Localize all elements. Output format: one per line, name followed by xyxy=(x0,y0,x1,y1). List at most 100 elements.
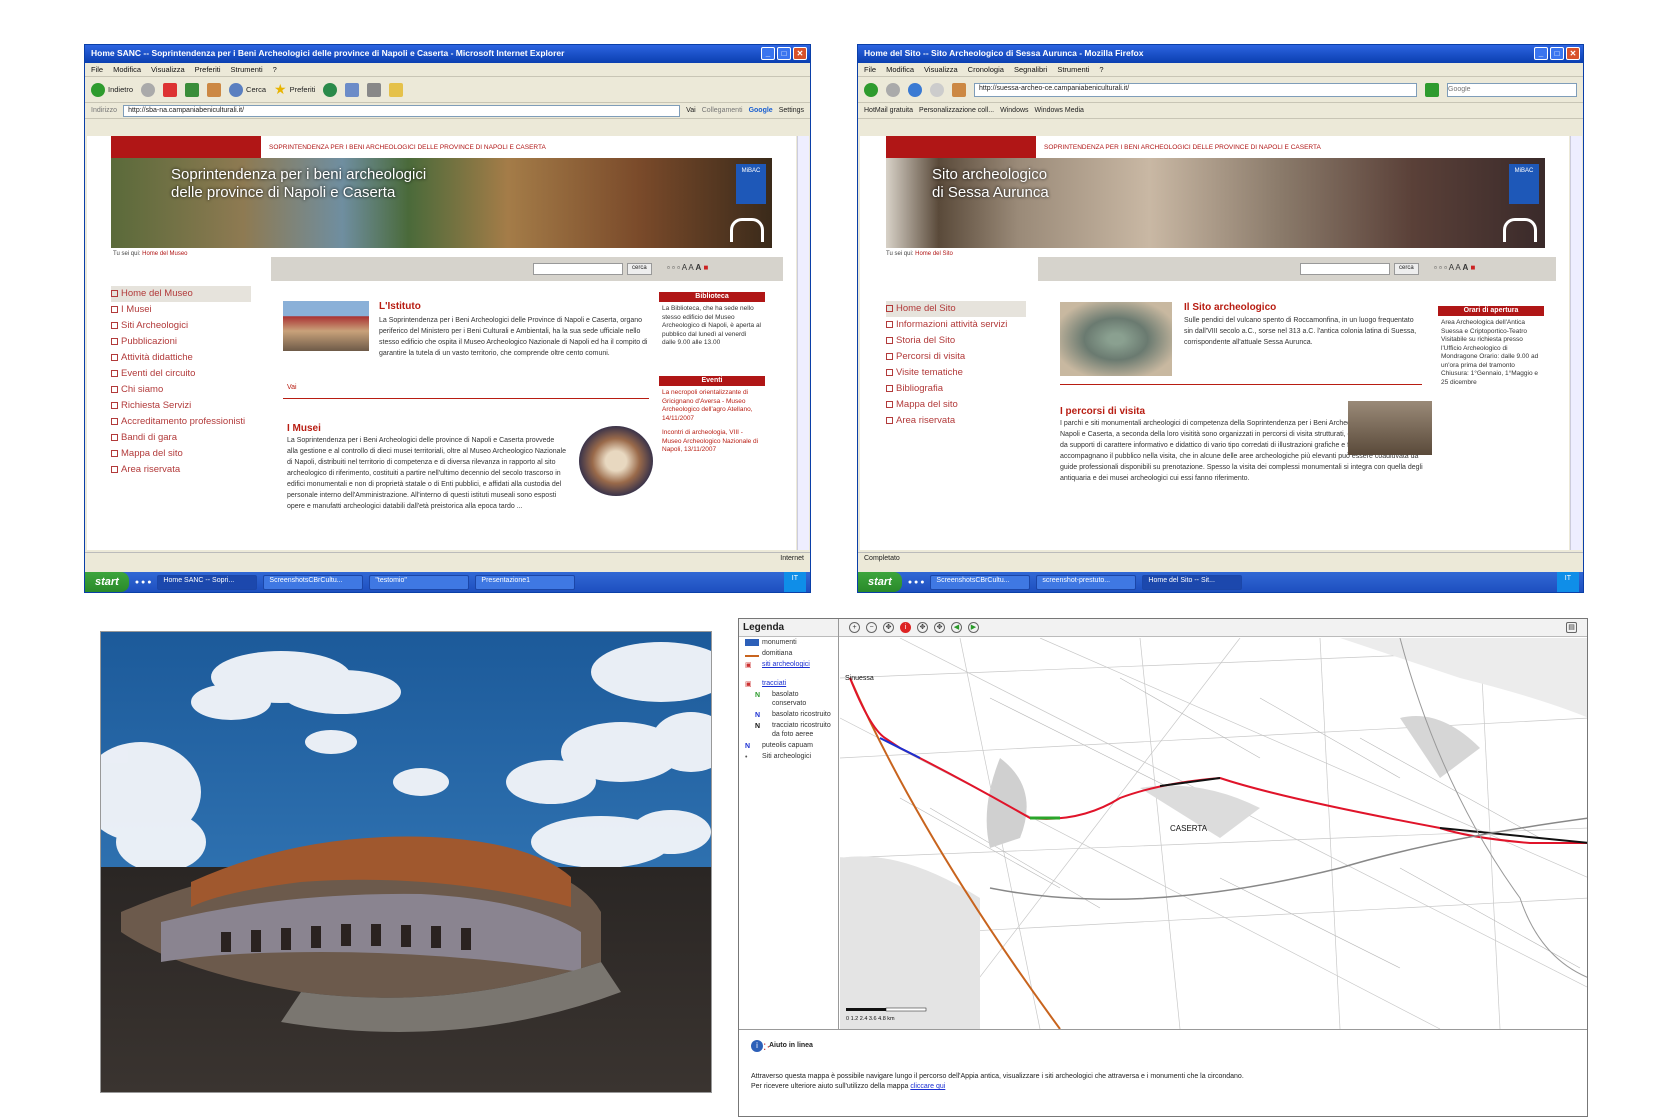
ie-titlebar[interactable]: Home SANC -- Soprintendenza per i Beni A… xyxy=(85,45,810,63)
legend-item[interactable]: Nputeolis capuam xyxy=(739,740,838,751)
nav-item-eventi[interactable]: Eventi del circuito xyxy=(111,366,251,382)
nav-item-info[interactable]: Informazioni attività servizi xyxy=(886,317,1026,333)
refresh-icon[interactable] xyxy=(185,82,200,97)
refresh-icon[interactable] xyxy=(908,82,922,97)
forward-icon[interactable]: ▶ xyxy=(968,622,979,633)
close-button[interactable]: ✕ xyxy=(793,47,807,60)
site-search-input[interactable] xyxy=(1300,263,1390,275)
nav-item-bandi[interactable]: Bandi di gara xyxy=(111,430,251,446)
print-icon[interactable]: ▤ xyxy=(1566,622,1577,633)
nav-item-visite[interactable]: Visite tematiche xyxy=(886,365,1026,381)
nav-item-servizi[interactable]: Richiesta Servizi xyxy=(111,398,251,414)
print-icon[interactable] xyxy=(367,82,382,97)
start-button[interactable]: start xyxy=(858,572,902,592)
legend-item[interactable]: Ntracciato ricostruito da foto aeree xyxy=(739,720,838,740)
menu-cronologia[interactable]: Cronologia xyxy=(968,65,1004,74)
quicklaunch-icons[interactable]: ● ● ● xyxy=(908,579,925,586)
legend-item[interactable]: monumenti xyxy=(739,637,838,648)
minimize-button[interactable]: _ xyxy=(1534,47,1548,60)
menu-help[interactable]: ? xyxy=(273,65,277,74)
taskbar-item[interactable]: screenshot-prestuto... xyxy=(1036,574,1137,590)
maximize-button[interactable]: □ xyxy=(1550,47,1564,60)
quicklaunch-icons[interactable]: ● ● ● xyxy=(135,579,152,586)
nav-item-home[interactable]: Home del Museo xyxy=(111,286,251,302)
pan-icon[interactable]: ✥ xyxy=(883,622,894,633)
search-button[interactable]: Cerca xyxy=(229,82,266,97)
menu-file[interactable]: File xyxy=(864,65,876,74)
menu-segnalibri[interactable]: Segnalibri xyxy=(1014,65,1047,74)
menu-help[interactable]: ? xyxy=(1099,65,1103,74)
move-icon[interactable]: ✥ xyxy=(917,622,928,633)
forward-arrow-icon[interactable] xyxy=(141,82,156,97)
system-tray[interactable]: IT xyxy=(783,572,806,592)
text-size-icons[interactable]: ▫ ▫ ▫ A A A ■ xyxy=(1434,263,1475,272)
maximize-button[interactable]: □ xyxy=(777,47,791,60)
taskbar-item[interactable]: "testomio" xyxy=(369,574,470,590)
bookmark-item[interactable]: HotMail gratuita xyxy=(864,107,913,114)
nav-item-siti[interactable]: Siti Archeologici xyxy=(111,318,251,334)
nav-item-home[interactable]: Home del Sito xyxy=(886,301,1026,317)
search-button[interactable]: cerca xyxy=(627,263,652,275)
nav-item-area[interactable]: Area riservata xyxy=(886,413,1026,429)
search-input[interactable] xyxy=(1447,82,1577,97)
nav-item-mappa[interactable]: Mappa del sito xyxy=(886,397,1026,413)
minimize-button[interactable]: _ xyxy=(761,47,775,60)
nav-item-pubblicazioni[interactable]: Pubblicazioni xyxy=(111,334,251,350)
home-icon[interactable] xyxy=(952,82,966,97)
taskbar-item[interactable]: ScreenshotsCBrCultu... xyxy=(930,574,1031,590)
nav-item-chi-siamo[interactable]: Chi siamo xyxy=(111,382,251,398)
menu-strumenti[interactable]: Strumenti xyxy=(231,65,263,74)
taskbar-item[interactable]: Home del Sito -- Sit... xyxy=(1142,574,1243,590)
back-arrow-icon[interactable] xyxy=(864,82,878,97)
menu-preferiti[interactable]: Preferiti xyxy=(195,65,221,74)
mail-icon[interactable] xyxy=(345,82,360,97)
menu-visualizza[interactable]: Visualizza xyxy=(924,65,958,74)
nav-item-accreditamento[interactable]: Accreditamento professionisti xyxy=(111,414,251,430)
menu-file[interactable]: File xyxy=(91,65,103,74)
go-button[interactable]: Vai xyxy=(686,107,696,114)
nav-item-mappa[interactable]: Mappa del sito xyxy=(111,446,251,462)
ff-scrollbar[interactable] xyxy=(1570,136,1582,550)
taskbar-item[interactable]: Presentazione1 xyxy=(475,574,576,590)
info-icon[interactable]: i xyxy=(900,622,911,633)
taskbar-item[interactable]: ScreenshotsCBrCultu... xyxy=(263,574,364,590)
menu-visualizza[interactable]: Visualizza xyxy=(151,65,185,74)
address-input[interactable]: http://sba-na.campaniabeniculturali.it/ xyxy=(123,104,681,117)
legend-item[interactable]: Nbasolato conservato xyxy=(739,689,838,709)
bookmark-item[interactable]: Personalizzazione coll... xyxy=(919,107,994,114)
zoom-in-icon[interactable]: + xyxy=(849,622,860,633)
links-label[interactable]: Collegamenti xyxy=(702,107,743,114)
menu-modifica[interactable]: Modifica xyxy=(113,65,141,74)
google-toolbar[interactable]: Google xyxy=(749,107,773,114)
legend-item[interactable]: ▣ tracciati xyxy=(739,678,838,689)
back-button[interactable]: Indietro xyxy=(91,82,133,97)
legend-item[interactable]: Nbasolato ricostruito xyxy=(739,709,838,720)
nav-item-area[interactable]: Area riservata xyxy=(111,462,251,478)
search-button[interactable]: cerca xyxy=(1394,263,1419,275)
ff-titlebar[interactable]: Home del Sito -- Sito Archeologico di Se… xyxy=(858,45,1583,63)
breadcrumb-link[interactable]: Home del Museo xyxy=(142,251,187,257)
extent-icon[interactable]: ✥ xyxy=(934,622,945,633)
system-tray[interactable]: IT xyxy=(1556,572,1579,592)
settings-button[interactable]: Settings xyxy=(779,107,804,114)
stop-icon[interactable] xyxy=(930,82,944,97)
start-button[interactable]: start xyxy=(85,572,129,592)
legend-item[interactable]: domitiana xyxy=(739,648,838,659)
nav-item-percorsi[interactable]: Percorsi di visita xyxy=(886,349,1026,365)
url-input[interactable]: http://suessa-archeo-ce.campaniabenicult… xyxy=(974,82,1417,97)
nav-item-musei[interactable]: I Musei xyxy=(111,302,251,318)
bookmark-item[interactable]: Windows xyxy=(1000,107,1028,114)
istituto-more-link[interactable]: Vai xyxy=(287,384,297,391)
forward-arrow-icon[interactable] xyxy=(886,82,900,97)
legend-item[interactable]: • Siti archeologici xyxy=(739,751,838,762)
search-input[interactable] xyxy=(533,263,623,275)
bookmark-item[interactable]: Windows Media xyxy=(1035,107,1084,114)
taskbar-item[interactable]: Home SANC -- Sopri... xyxy=(157,574,258,590)
back-icon[interactable]: ◀ xyxy=(951,622,962,633)
nav-item-didattiche[interactable]: Attività didattiche xyxy=(111,350,251,366)
favorites-button[interactable]: ★ Preferiti xyxy=(274,81,315,98)
menu-strumenti[interactable]: Strumenti xyxy=(1057,65,1089,74)
map-canvas[interactable]: Sinuessa CASERTA 0 1.2 2.4 3.6 4.8 km xyxy=(840,638,1587,1029)
help-link[interactable]: cliccare qui xyxy=(910,1083,945,1090)
text-size-icons[interactable]: ▫ ▫ ▫ A A A ■ xyxy=(667,263,708,272)
